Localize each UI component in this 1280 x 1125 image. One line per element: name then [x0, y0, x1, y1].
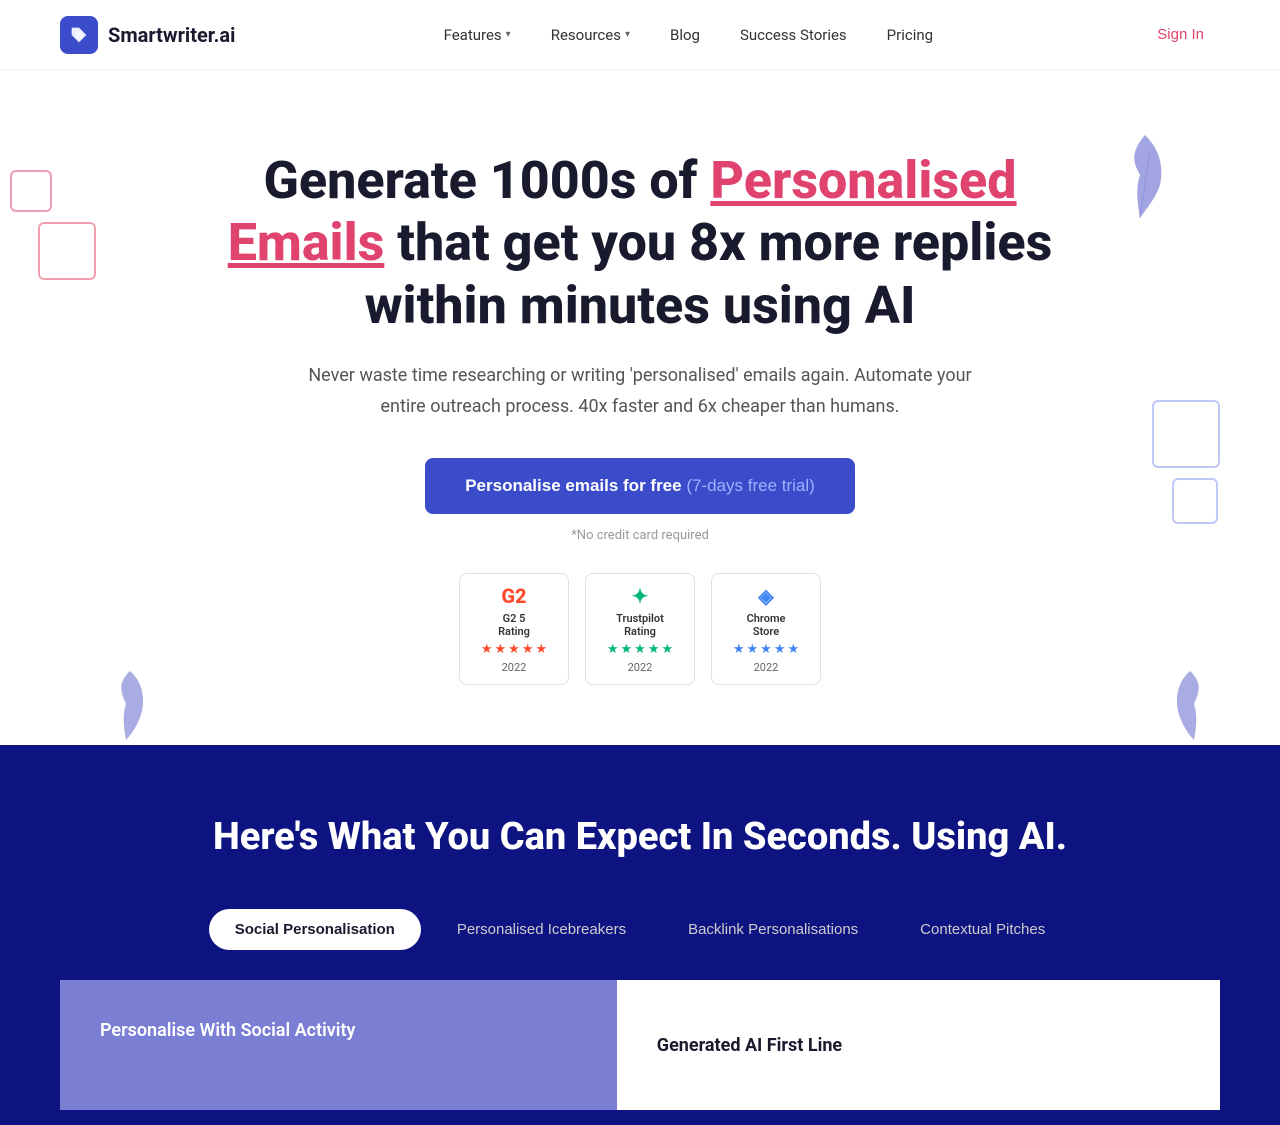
deco-feather-top: [1120, 130, 1170, 224]
logo-icon: [60, 16, 98, 54]
hero-title: Generate 1000s of Personalised Emails th…: [190, 150, 1090, 337]
hero-subtitle: Never waste time researching or writing …: [290, 361, 990, 422]
panel-left: Personalise With Social Activity: [60, 980, 617, 1110]
deco-square-2: [38, 222, 96, 280]
deco-top-left: [10, 170, 96, 280]
dark-section-title: Here's What You Can Expect In Seconds. U…: [60, 815, 1220, 859]
nav-success-stories[interactable]: Success Stories: [724, 18, 863, 52]
g2-year: 2022: [502, 661, 527, 674]
chrome-label: ChromeStore: [747, 612, 786, 638]
bottom-panel: Personalise With Social Activity Generat…: [60, 980, 1220, 1110]
nav-pricing[interactable]: Pricing: [871, 18, 949, 52]
panel-right: Generated AI First Line: [617, 980, 1220, 1110]
chevron-down-icon: ▾: [506, 29, 511, 40]
chrome-rating-badge: ◈ ChromeStore ★ ★ ★ ★ ★ 2022: [711, 573, 821, 685]
deco-feather-left: [110, 666, 150, 745]
deco-square-3: [1152, 400, 1220, 468]
tab-personalised-icebreakers[interactable]: Personalised Icebreakers: [431, 909, 652, 950]
logo-link[interactable]: Smartwriter.ai: [60, 16, 235, 54]
chrome-year: 2022: [754, 661, 779, 674]
g2-stars: ★ ★ ★ ★ ★: [481, 642, 547, 657]
trustpilot-label: TrustpilotRating: [616, 612, 664, 638]
ratings-row: G2 G2 5Rating ★ ★ ★ ★ ★ 2022 ✦ Trustpilo…: [60, 573, 1220, 685]
trustpilot-year: 2022: [628, 661, 653, 674]
deco-square-4: [1172, 478, 1218, 524]
nav-blog[interactable]: Blog: [654, 18, 716, 52]
tab-social-personalisation[interactable]: Social Personalisation: [209, 909, 421, 950]
deco-square-1: [10, 170, 52, 212]
tab-contextual-pitches[interactable]: Contextual Pitches: [894, 909, 1071, 950]
deco-feather-right: [1170, 666, 1210, 745]
g2-rating-badge: G2 G2 5Rating ★ ★ ★ ★ ★ 2022: [459, 573, 569, 685]
no-credit-card-text: *No credit card required: [60, 528, 1220, 543]
trustpilot-rating-badge: ✦ TrustpilotRating ★ ★ ★ ★ ★ 2022: [585, 573, 695, 685]
trustpilot-logo: ✦: [632, 584, 649, 608]
logo-text: Smartwriter.ai: [108, 23, 235, 47]
cta-button[interactable]: Personalise emails for free (7-days free…: [425, 458, 855, 514]
hero-section: Generate 1000s of Personalised Emails th…: [0, 70, 1280, 745]
dark-section: Here's What You Can Expect In Seconds. U…: [0, 745, 1280, 1125]
panel-right-label: Generated AI First Line: [657, 1035, 842, 1056]
nav-resources[interactable]: Resources ▾: [535, 18, 646, 52]
nav-links: Features ▾ Resources ▾ Blog Success Stor…: [428, 18, 949, 52]
g2-label: G2 5Rating: [498, 612, 530, 638]
tab-backlink-personalisations[interactable]: Backlink Personalisations: [662, 909, 884, 950]
g2-logo: G2: [501, 584, 526, 608]
signin-button[interactable]: Sign In: [1141, 18, 1220, 51]
deco-right-squares: [1132, 400, 1220, 524]
nav-features[interactable]: Features ▾: [428, 18, 527, 52]
chevron-down-icon: ▾: [625, 29, 630, 40]
tabs-row: Social Personalisation Personalised Iceb…: [60, 909, 1220, 950]
chrome-logo: ◈: [758, 584, 773, 608]
navbar: Smartwriter.ai Features ▾ Resources ▾ Bl…: [0, 0, 1280, 70]
trustpilot-stars: ★ ★ ★ ★ ★: [607, 642, 673, 657]
chrome-stars: ★ ★ ★ ★ ★: [733, 642, 799, 657]
